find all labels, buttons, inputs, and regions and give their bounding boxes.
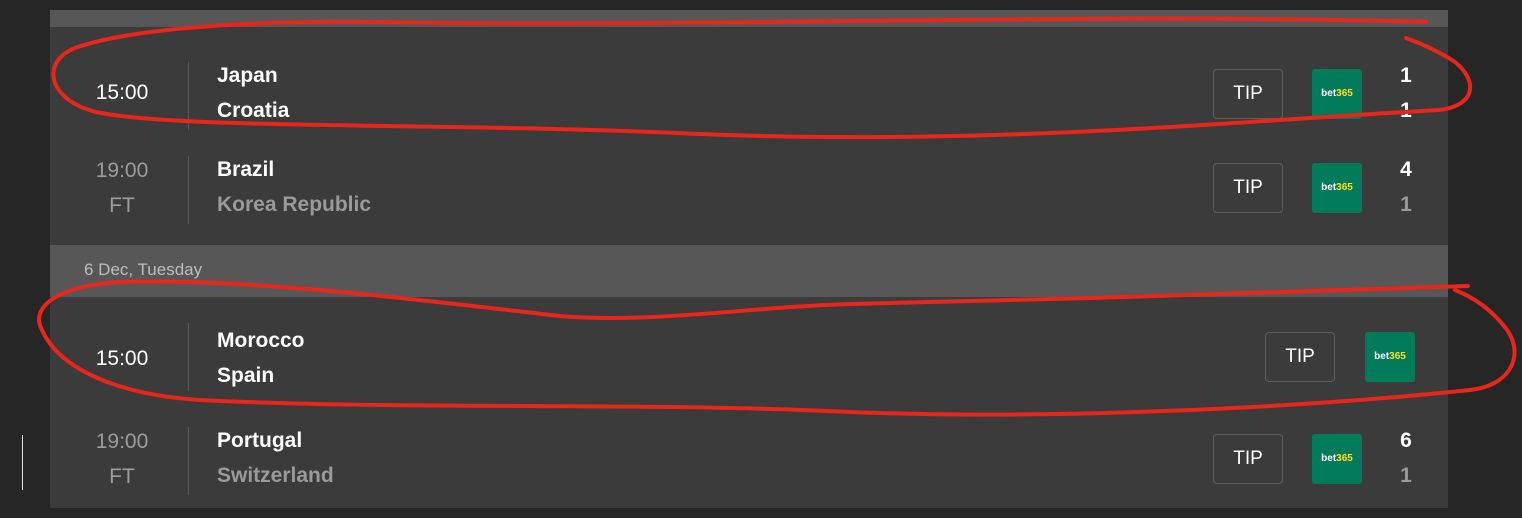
red-circle-morocco-spain	[37, 279, 1517, 417]
annotation-layer	[37, 16, 1517, 417]
red-circle-japan-croatia	[51, 16, 1472, 140]
